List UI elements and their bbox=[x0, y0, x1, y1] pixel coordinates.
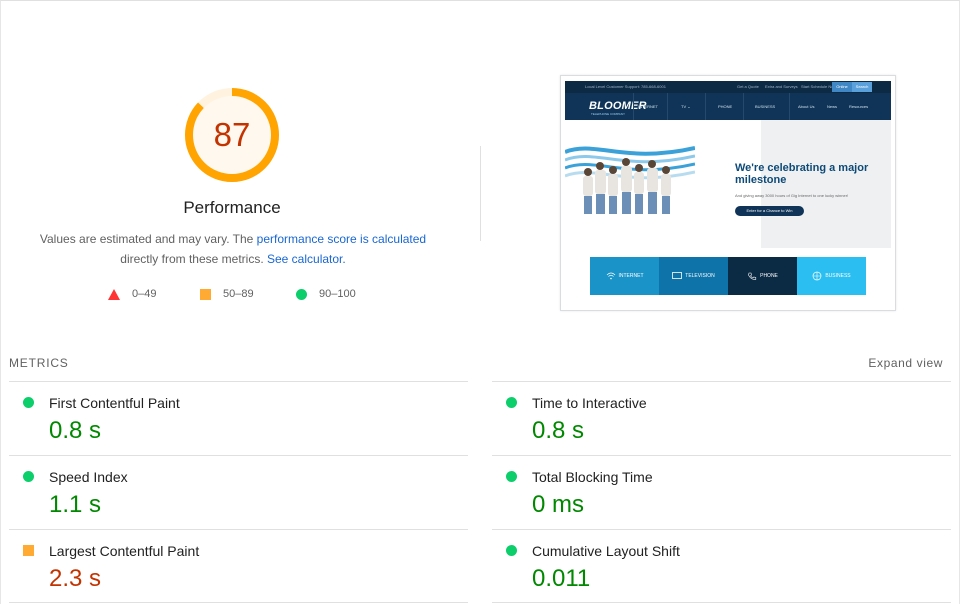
legend-average: 50–89 bbox=[200, 288, 254, 300]
gauge-title: Performance bbox=[183, 198, 281, 217]
thumb-cta-button: Enter for a Chance to Win bbox=[735, 206, 804, 216]
thumb-search-button: Search bbox=[852, 82, 872, 92]
metric-value: 0.8 s bbox=[49, 417, 102, 444]
phone-icon bbox=[748, 272, 757, 280]
wifi-icon bbox=[606, 272, 615, 280]
performance-score: 87 bbox=[213, 116, 251, 153]
pass-circle-icon bbox=[506, 397, 517, 408]
metric-largest-contentful-paint: Largest Contentful Paint 2.3 s bbox=[9, 529, 468, 603]
thumb-nav-item: INTERNET bbox=[638, 104, 658, 109]
thumb-nav-item: TV ⌄ bbox=[681, 104, 691, 109]
metric-speed-index: Speed Index 1.1 s bbox=[9, 455, 468, 529]
metric-divider bbox=[9, 602, 468, 603]
thumb-nav-divider bbox=[705, 93, 706, 120]
legend-label-fail: 0–49 bbox=[132, 288, 157, 300]
final-screenshot[interactable]: Local Level Customer Support: 785-668-60… bbox=[560, 75, 896, 311]
metric-divider bbox=[492, 602, 951, 603]
thumb-tile-internet: INTERNET bbox=[590, 257, 659, 295]
thumb-nav-divider bbox=[667, 93, 668, 120]
thumb-online-button: Online bbox=[832, 82, 852, 92]
thumb-tile-label: BUSINESS bbox=[825, 273, 851, 279]
thumb-service-tiles: INTERNET TELEVISION PHONE BUSINESS bbox=[590, 257, 866, 295]
thumb-nav-item: PHONE bbox=[718, 104, 733, 109]
pass-circle-icon bbox=[23, 471, 34, 482]
thumb-nav-item: News bbox=[827, 104, 838, 109]
thumb-logo-sub: TELEPHONE COMPANY bbox=[591, 112, 625, 116]
metric-name: Time to Interactive bbox=[532, 395, 647, 411]
metric-name: Speed Index bbox=[49, 469, 128, 485]
score-scale-legend: 0–49 50–89 90–100 bbox=[0, 288, 480, 304]
thumb-util-link: Get a Quote bbox=[737, 84, 759, 89]
score-disclaimer: Values are estimated and may vary. The p… bbox=[20, 229, 446, 269]
metric-name: Cumulative Layout Shift bbox=[532, 543, 680, 559]
thumb-util-link: Extra and Surveys bbox=[765, 84, 798, 89]
thumb-nav-divider bbox=[789, 93, 790, 120]
people-photo bbox=[583, 158, 671, 214]
thumb-tile-television: TELEVISION bbox=[659, 257, 728, 295]
legend-label-average: 50–89 bbox=[223, 288, 254, 300]
thumb-nav-item: About Us bbox=[798, 104, 815, 109]
metric-cumulative-layout-shift: Cumulative Layout Shift 0.011 bbox=[492, 529, 951, 603]
globe-icon bbox=[812, 271, 822, 281]
thumb-tile-label: INTERNET bbox=[618, 273, 644, 279]
see-calculator-link[interactable]: See calculator. bbox=[267, 252, 346, 266]
thumb-nav-item: BUSINESS bbox=[755, 104, 776, 109]
pass-circle-icon bbox=[506, 471, 517, 482]
circle-icon bbox=[296, 288, 307, 300]
thumb-utility-bar: Local Level Customer Support: 785-668-60… bbox=[565, 81, 891, 93]
tv-icon bbox=[672, 272, 683, 279]
thumb-tile-business: BUSINESS bbox=[797, 257, 866, 295]
triangle-icon bbox=[108, 288, 120, 300]
pass-circle-icon bbox=[23, 397, 34, 408]
disclaimer-text-middle: directly from these metrics. bbox=[120, 252, 264, 266]
expand-view-toggle[interactable]: Expand view bbox=[868, 356, 943, 370]
pass-circle-icon bbox=[506, 545, 517, 556]
metric-name: Total Blocking Time bbox=[532, 469, 653, 485]
vertical-divider bbox=[480, 146, 481, 241]
disclaimer-text-before: Values are estimated and may vary. The bbox=[39, 232, 257, 246]
metric-value: 2.3 s bbox=[49, 565, 102, 592]
legend-label-pass: 90–100 bbox=[319, 288, 356, 300]
thumb-subtext: And giving away 3000 hours of Gig Intern… bbox=[735, 193, 849, 198]
average-square-icon bbox=[23, 545, 34, 556]
thumb-nav-item: Resources bbox=[849, 104, 869, 109]
thumb-nav-divider bbox=[743, 93, 744, 120]
thumb-nav-divider bbox=[633, 93, 634, 120]
metric-first-contentful-paint: First Contentful Paint 0.8 s bbox=[9, 381, 468, 455]
score-calculated-link[interactable]: performance score is calculated bbox=[257, 232, 426, 246]
thumb-support-text: Local Level Customer Support: 785-668-60… bbox=[585, 84, 666, 89]
thumb-navbar: BLOOMER TELEPHONE COMPANY INTERNET TV ⌄ … bbox=[565, 93, 891, 120]
legend-pass: 90–100 bbox=[296, 288, 356, 300]
metric-value: 0.8 s bbox=[532, 417, 585, 444]
metric-name: First Contentful Paint bbox=[49, 395, 180, 411]
thumb-hero: We're celebrating a major milestone And … bbox=[565, 120, 891, 248]
thumb-tile-label: TELEVISION bbox=[685, 273, 715, 279]
metric-value: 0.011 bbox=[532, 565, 591, 592]
metric-value: 1.1 s bbox=[49, 491, 102, 518]
thumb-headline: We're celebrating a major milestone bbox=[735, 162, 869, 186]
metric-value: 0 ms bbox=[532, 491, 585, 518]
metrics-header: METRICS bbox=[9, 356, 69, 370]
metric-time-to-interactive: Time to Interactive 0.8 s bbox=[492, 381, 951, 455]
legend-fail: 0–49 bbox=[108, 288, 156, 300]
metric-total-blocking-time: Total Blocking Time 0 ms bbox=[492, 455, 951, 529]
thumb-tile-phone: PHONE bbox=[728, 257, 797, 295]
performance-gauge[interactable]: 87 bbox=[183, 86, 281, 184]
square-icon bbox=[200, 288, 211, 300]
thumb-tile-label: PHONE bbox=[760, 273, 778, 279]
metric-name: Largest Contentful Paint bbox=[49, 543, 200, 559]
